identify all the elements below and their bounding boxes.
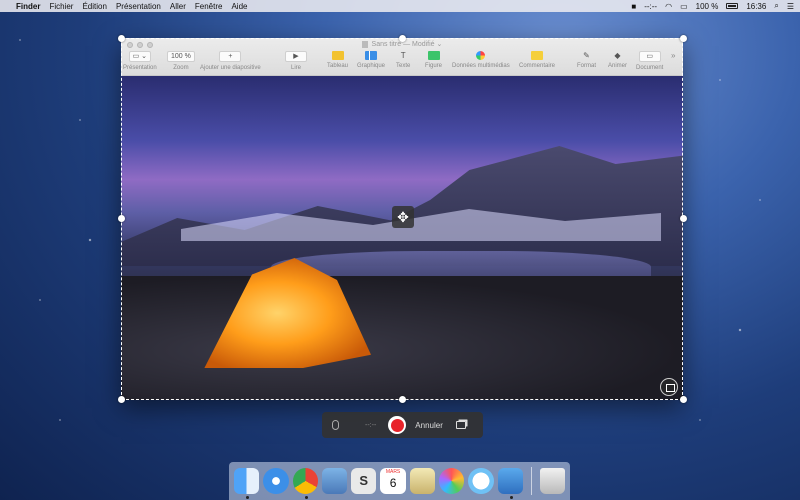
chrome-icon[interactable] xyxy=(292,468,318,499)
keynote-window: Sans titre — Modifié ⌄ ▭ ⌄ Présentation … xyxy=(121,38,683,400)
text-tool[interactable]: T Texte xyxy=(396,51,410,69)
clock[interactable]: 16:36 xyxy=(746,2,766,11)
resize-handle-bottom[interactable] xyxy=(399,396,406,403)
resize-handle-top-left[interactable] xyxy=(118,35,125,42)
preview-icon[interactable] xyxy=(321,468,348,494)
comment-label: Commentaire xyxy=(519,63,556,69)
notification-center-icon[interactable]: ☰ xyxy=(787,2,794,11)
menu-aller[interactable]: Aller xyxy=(170,2,186,11)
cancel-button[interactable]: Annuler xyxy=(415,421,443,430)
search-icon[interactable]: ⌕ xyxy=(774,1,778,11)
screen-recording-controls: --:-- Annuler xyxy=(322,412,483,438)
rocks-shape xyxy=(121,276,683,400)
trash-icon[interactable] xyxy=(539,468,566,494)
format-tool[interactable]: ✎ Format xyxy=(577,51,596,69)
add-slide-label: Ajouter une diapositive xyxy=(200,65,261,71)
sidebar-icon: ▭ ⌄ xyxy=(128,51,152,62)
calendar-month: MARS xyxy=(385,469,401,475)
table-label: Tableau xyxy=(327,63,349,69)
document-tool[interactable]: ▭ Document xyxy=(636,51,663,71)
menu-bar: Finder Fichier Édition Présentation Alle… xyxy=(0,0,800,12)
menu-finder[interactable]: Finder xyxy=(16,2,40,11)
document-title: Sans titre xyxy=(371,41,402,48)
calendar-icon[interactable]: MARS 6 xyxy=(380,468,406,494)
document-icon xyxy=(361,40,368,48)
recording-time: --:-- xyxy=(365,421,377,429)
media-label: Données multimédias xyxy=(452,63,510,69)
image-viewer-icon[interactable] xyxy=(409,468,435,494)
table-icon xyxy=(331,51,344,60)
windows-icon[interactable] xyxy=(455,421,466,429)
video-record-icon[interactable]: ■ xyxy=(631,2,636,11)
zoom-label: Zoom xyxy=(173,65,189,71)
menu-fichier[interactable]: Fichier xyxy=(49,2,73,11)
chart-icon xyxy=(365,51,378,60)
document-icon: ▭ xyxy=(638,51,661,62)
document-label: Document xyxy=(636,65,664,71)
format-label: Format xyxy=(577,63,597,69)
comment-tool[interactable]: Commentaire xyxy=(519,51,555,69)
battery-percent: 100 % xyxy=(695,1,719,11)
chart-tool[interactable]: Graphique xyxy=(357,51,385,69)
menu-presentation[interactable]: Présentation xyxy=(116,2,161,11)
title-bar: Sans titre — Modifié ⌄ ▭ ⌄ Présentation … xyxy=(121,38,683,76)
resize-handle-right[interactable] xyxy=(680,215,687,222)
status-area: ■ --:-- ◠ ▭ 100 % 16:36 ⌕ ☰ xyxy=(631,1,794,11)
plus-icon: + xyxy=(219,51,242,62)
resize-handle-top-right[interactable] xyxy=(680,35,687,42)
shape-icon xyxy=(427,51,440,60)
overflow-chevron-icon[interactable]: » xyxy=(671,51,675,60)
text-label: Texte xyxy=(396,63,411,69)
comment-icon xyxy=(531,51,543,60)
wifi-icon[interactable]: ◠ xyxy=(665,2,672,11)
resize-handle-bottom-left[interactable] xyxy=(118,396,125,403)
animate-tool[interactable]: ◆ Animer xyxy=(608,51,627,69)
image-options-icon[interactable] xyxy=(660,378,678,396)
play-icon: ▶ xyxy=(285,51,307,62)
animate-label: Animer xyxy=(608,63,628,69)
media-tool[interactable]: Données multimédias xyxy=(452,51,510,69)
play-label: Lire xyxy=(290,65,301,71)
menu-fenetre[interactable]: Fenêtre xyxy=(195,2,223,11)
microphone-icon[interactable] xyxy=(332,420,339,430)
document-status: — Modifié xyxy=(403,41,435,48)
record-time: --:-- xyxy=(644,1,658,11)
paintbrush-icon: ✎ xyxy=(583,51,590,60)
resize-handle-left[interactable] xyxy=(118,215,125,222)
add-slide-tool[interactable]: + Ajouter une diapositive xyxy=(200,51,261,71)
shape-label: Figure xyxy=(425,63,443,69)
text-icon: T xyxy=(400,51,406,60)
move-icon[interactable]: ✥ xyxy=(392,206,414,228)
finder-icon[interactable] xyxy=(234,468,260,499)
airplay-icon[interactable]: ▭ xyxy=(680,2,688,11)
messages-icon[interactable] xyxy=(468,468,494,494)
play-tool[interactable]: ▶ Lire xyxy=(285,51,307,71)
dock: S MARS 6 xyxy=(229,462,570,500)
battery-icon[interactable] xyxy=(726,3,739,9)
safari-icon[interactable] xyxy=(263,468,289,494)
animate-icon: ◆ xyxy=(614,51,621,60)
zoom-tool[interactable]: 100 % Zoom xyxy=(167,51,195,71)
record-button[interactable] xyxy=(388,416,407,434)
resize-handle-top[interactable] xyxy=(399,35,406,42)
dock-separator xyxy=(530,467,532,495)
menu-aide[interactable]: Aide xyxy=(231,2,247,11)
photos-icon[interactable] xyxy=(438,468,465,494)
slide-image[interactable]: ✥ xyxy=(121,76,683,400)
menu-edition[interactable]: Édition xyxy=(82,2,106,11)
chart-label: Graphique xyxy=(357,63,386,69)
resize-handle-bottom-right[interactable] xyxy=(680,396,687,403)
zoom-value: 100 % xyxy=(167,51,195,62)
presentation-tool[interactable]: ▭ ⌄ Présentation xyxy=(123,51,157,71)
table-tool[interactable]: Tableau xyxy=(327,51,348,69)
sketch-app-icon[interactable]: S xyxy=(351,468,377,494)
toolbar: ▭ ⌄ Présentation 100 % Zoom + Ajouter un… xyxy=(121,51,683,75)
chevron-down-icon: ⌄ xyxy=(436,41,443,48)
photos-media-icon xyxy=(476,51,486,60)
keynote-icon[interactable] xyxy=(497,468,523,499)
shape-tool[interactable]: Figure xyxy=(425,51,442,69)
presentation-label: Présentation xyxy=(123,65,157,71)
calendar-day: 6 xyxy=(389,476,397,490)
